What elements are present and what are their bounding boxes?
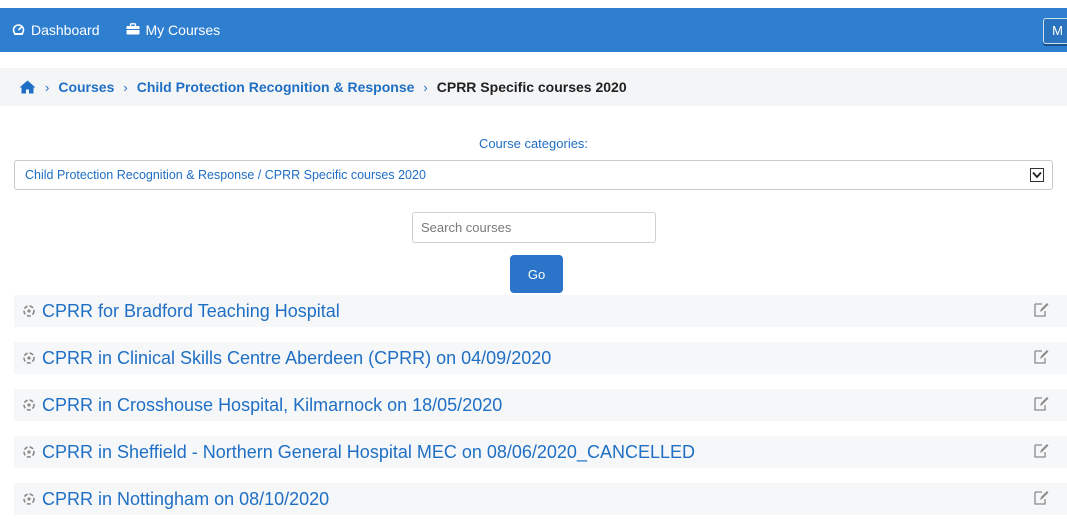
search-courses-input[interactable] — [412, 212, 656, 243]
home-icon[interactable] — [19, 80, 36, 94]
course-icon — [19, 301, 39, 321]
nav-my-courses[interactable]: My Courses — [126, 22, 221, 38]
course-link[interactable]: CPRR for Bradford Teaching Hospital — [42, 301, 340, 322]
edit-icon[interactable] — [1033, 396, 1051, 414]
breadcrumb-separator: › — [423, 79, 428, 95]
breadcrumb: › Courses › Child Protection Recognition… — [0, 68, 1067, 106]
course-row: CPRR in Clinical Skills Centre Aberdeen … — [14, 342, 1067, 374]
course-row: CPRR in Crosshouse Hospital, Kilmarnock … — [14, 389, 1067, 421]
edit-icon[interactable] — [1033, 443, 1051, 461]
edit-icon[interactable] — [1033, 349, 1051, 367]
course-row: CPRR in Sheffield - Northern General Hos… — [14, 436, 1067, 468]
edit-icon[interactable] — [1033, 490, 1051, 508]
course-categories-label: Course categories: — [478, 136, 589, 151]
course-link[interactable]: CPRR in Nottingham on 08/10/2020 — [42, 489, 329, 510]
course-icon — [19, 395, 39, 415]
selected-category: Child Protection Recognition & Response … — [25, 168, 426, 182]
briefcase-icon — [126, 23, 140, 37]
course-icon — [19, 489, 39, 509]
breadcrumb-separator: › — [45, 79, 50, 95]
breadcrumb-courses[interactable]: Courses — [58, 79, 114, 95]
top-navbar: Dashboard My Courses M — [0, 8, 1067, 52]
course-icon — [19, 442, 39, 462]
course-list: CPRR for Bradford Teaching Hospital CPRR… — [14, 295, 1067, 530]
breadcrumb-current: CPRR Specific courses 2020 — [436, 79, 627, 95]
breadcrumb-separator: › — [123, 79, 128, 95]
chevron-down-icon[interactable] — [1030, 168, 1044, 182]
course-link[interactable]: CPRR in Clinical Skills Centre Aberdeen … — [42, 348, 551, 369]
edit-icon[interactable] — [1033, 302, 1051, 320]
nav-dashboard-label: Dashboard — [31, 22, 100, 38]
user-menu-button[interactable]: M — [1043, 18, 1067, 44]
go-button[interactable]: Go — [510, 255, 563, 293]
nav-dashboard[interactable]: Dashboard — [12, 22, 100, 38]
course-category-select[interactable]: Child Protection Recognition & Response … — [14, 160, 1053, 190]
nav-my-courses-label: My Courses — [145, 22, 221, 38]
course-icon — [19, 348, 39, 368]
course-row: CPRR in Nottingham on 08/10/2020 — [14, 483, 1067, 515]
breadcrumb-category[interactable]: Child Protection Recognition & Response — [137, 79, 415, 95]
dashboard-icon — [12, 23, 25, 37]
course-row: CPRR for Bradford Teaching Hospital — [14, 295, 1067, 327]
course-link[interactable]: CPRR in Crosshouse Hospital, Kilmarnock … — [42, 395, 502, 416]
course-link[interactable]: CPRR in Sheffield - Northern General Hos… — [42, 442, 695, 463]
